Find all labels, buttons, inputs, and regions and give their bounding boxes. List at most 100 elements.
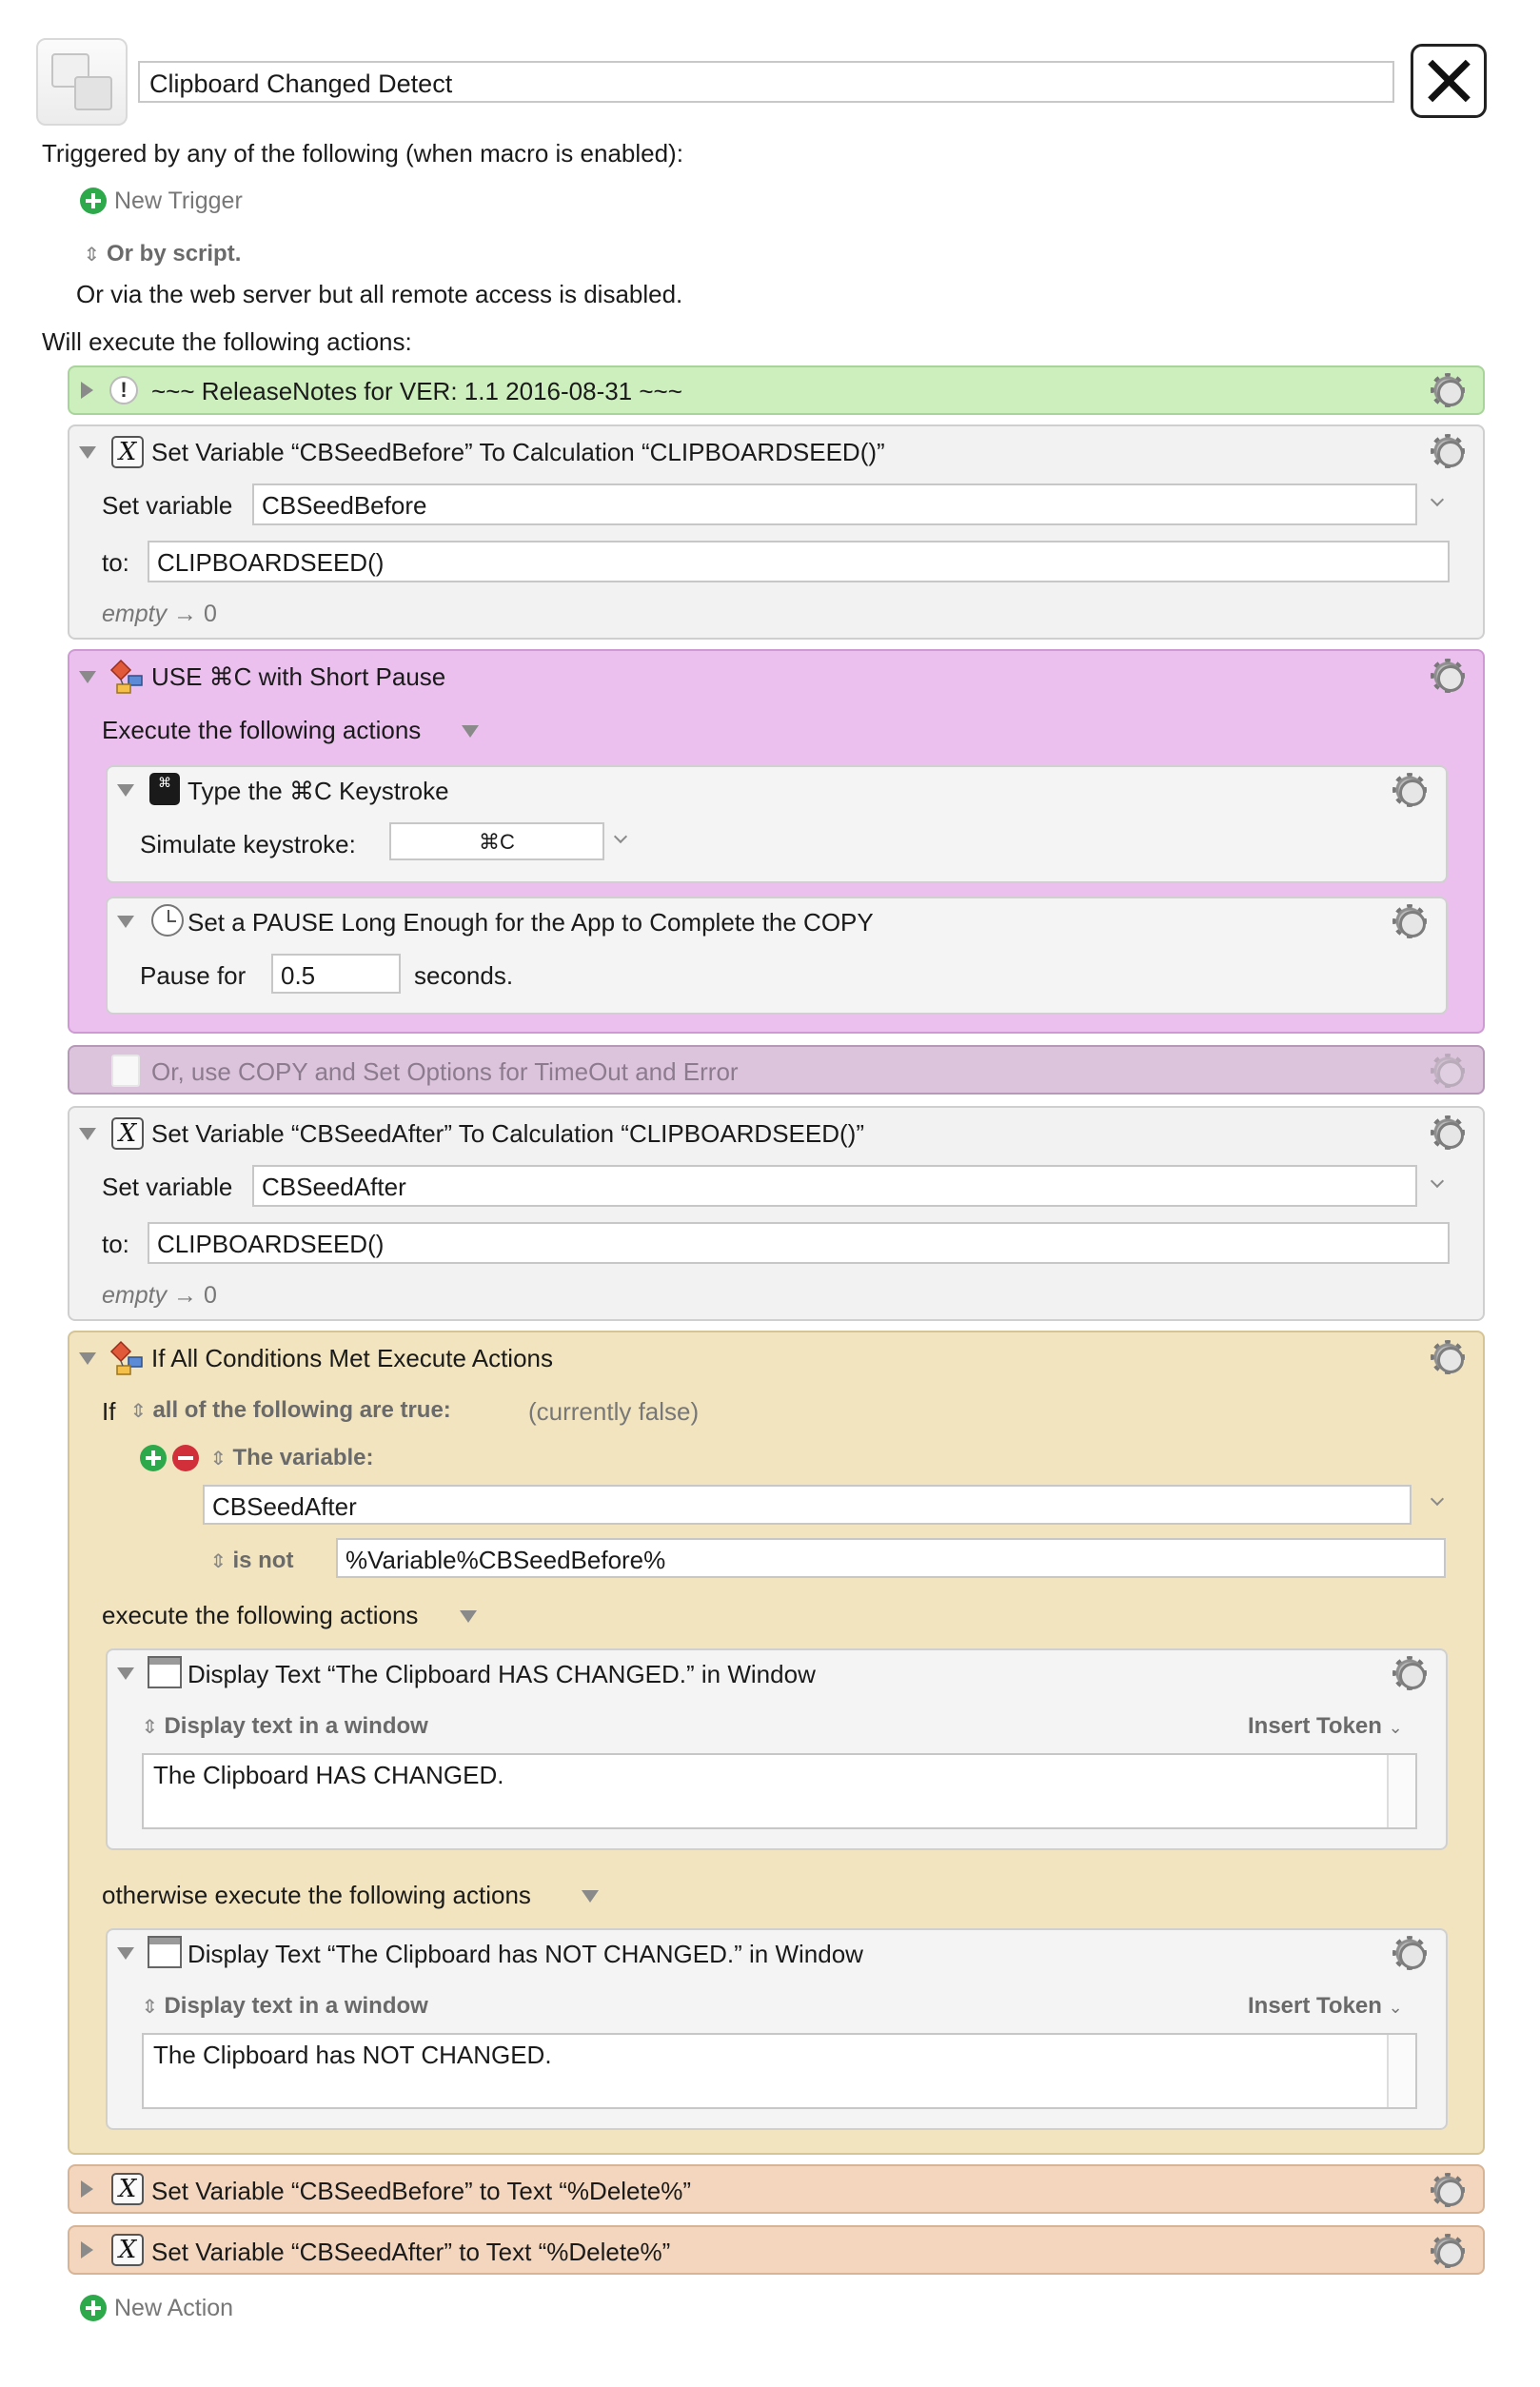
gear-icon[interactable] — [1431, 2173, 1465, 2207]
web-server-note: Or via the web server but all remote acc… — [76, 280, 683, 308]
variable-x-icon: X — [111, 2234, 144, 2266]
action-pause[interactable]: Set a PAUSE Long Enough for the App to C… — [106, 897, 1448, 1015]
variable-name-field[interactable]: CBSeedBefore — [252, 483, 1417, 525]
keystroke-field[interactable]: ⌘C — [389, 822, 604, 860]
triggers-heading: Triggered by any of the following (when … — [42, 139, 683, 168]
add-trigger-icon[interactable] — [80, 187, 107, 214]
chevron-down-icon[interactable] — [1430, 1491, 1445, 1507]
action-delete-before[interactable]: X Set Variable “CBSeedBefore” to Text “%… — [68, 2164, 1485, 2214]
remove-condition-icon[interactable] — [172, 1445, 199, 1471]
insert-token-menu[interactable]: Insert Token ⌄ — [1248, 1713, 1403, 1741]
updown-arrows-icon: ⇕ — [141, 1717, 159, 1738]
action-type-keystroke[interactable]: ⌘ Type the ⌘C Keystroke Simulate keystro… — [106, 765, 1448, 883]
new-trigger-link[interactable]: New Trigger — [114, 187, 243, 215]
gear-icon[interactable] — [1431, 1340, 1465, 1374]
else-menu-icon[interactable] — [582, 1890, 599, 1903]
seconds-label: seconds. — [414, 961, 514, 990]
chevron-down-icon[interactable] — [1430, 492, 1445, 507]
disclosure-triangle-icon[interactable] — [81, 2241, 93, 2259]
action-title: Display Text “The Clipboard HAS CHANGED.… — [188, 1660, 816, 1688]
gear-icon[interactable] — [1392, 1656, 1427, 1690]
variable-x-icon: X — [111, 1117, 144, 1150]
macro-name-field[interactable]: Clipboard Changed Detect — [138, 61, 1394, 103]
display-text-area[interactable]: The Clipboard has NOT CHANGED. — [142, 2033, 1417, 2109]
chevron-down-icon[interactable] — [1430, 1174, 1445, 1189]
condition-mode-popup[interactable]: ⇕ all of the following are true: — [129, 1397, 451, 1425]
variable-x-icon: X — [111, 436, 144, 468]
calculation-field[interactable]: CLIPBOARDSEED() — [148, 1222, 1450, 1264]
action-display-text-changed[interactable]: Display Text “The Clipboard HAS CHANGED.… — [106, 1648, 1448, 1850]
variable-name-field[interactable]: CBSeedAfter — [252, 1165, 1417, 1207]
pause-seconds-field[interactable]: 0.5 — [271, 954, 401, 994]
execute-menu-icon[interactable] — [462, 725, 479, 738]
then-menu-icon[interactable] — [460, 1610, 477, 1623]
disclosure-triangle-icon[interactable] — [79, 671, 96, 683]
chevron-down-icon[interactable] — [613, 829, 628, 844]
gear-icon[interactable] — [1431, 659, 1465, 693]
action-group-use-cmd-c[interactable]: USE ⌘C with Short Pause Execute the foll… — [68, 649, 1485, 1034]
copy-icon — [111, 1055, 140, 1087]
action-set-variable-after[interactable]: X Set Variable “CBSeedAfter” To Calculat… — [68, 1106, 1485, 1321]
disclosure-triangle-icon[interactable] — [79, 1352, 96, 1365]
display-text-area[interactable]: The Clipboard HAS CHANGED. — [142, 1753, 1417, 1829]
action-copy-disabled[interactable]: Or, use COPY and Set Options for TimeOut… — [68, 1045, 1485, 1095]
action-title: ~~~ ReleaseNotes for VER: 1.1 2016-08-31… — [151, 377, 682, 405]
or-by-script-label: Or by script. — [107, 241, 242, 266]
action-if-then-else[interactable]: If All Conditions Met Execute Actions If… — [68, 1331, 1485, 2155]
comparison-popup[interactable]: ⇕ is not — [209, 1548, 293, 1575]
gear-icon[interactable] — [1431, 2234, 1465, 2268]
disclosure-triangle-icon[interactable] — [117, 1667, 134, 1680]
disclosure-triangle-icon[interactable] — [117, 916, 134, 928]
condition-type-popup[interactable]: ⇕ The variable: — [209, 1445, 373, 1472]
disclosure-triangle-icon[interactable] — [117, 784, 134, 797]
action-display-text-not-changed[interactable]: Display Text “The Clipboard has NOT CHAN… — [106, 1928, 1448, 2130]
gear-icon[interactable] — [1392, 904, 1427, 938]
condition-variable-field[interactable]: CBSeedAfter — [203, 1485, 1412, 1525]
gear-icon[interactable] — [1431, 434, 1465, 468]
action-release-notes[interactable]: ! ~~~ ReleaseNotes for VER: 1.1 2016-08-… — [68, 365, 1485, 415]
set-variable-label: Set variable — [102, 1173, 233, 1201]
display-mode-popup[interactable]: ⇕ Display text in a window — [141, 1993, 428, 2021]
comparison-value-field[interactable]: %Variable%CBSeedBefore% — [336, 1538, 1446, 1578]
flow-control-icon — [109, 1340, 143, 1375]
action-title: Set Variable “CBSeedAfter” To Calculatio… — [151, 1119, 864, 1148]
display-mode-popup[interactable]: ⇕ Display text in a window — [141, 1713, 428, 1741]
updown-arrows-icon: ⇕ — [129, 1401, 148, 1422]
condition-status: (currently false) — [528, 1397, 700, 1426]
insert-token-menu[interactable]: Insert Token ⌄ — [1248, 1993, 1403, 2021]
action-title: Or, use COPY and Set Options for TimeOut… — [151, 1057, 739, 1086]
disclosure-triangle-icon[interactable] — [79, 446, 96, 459]
to-label: to: — [102, 548, 129, 577]
scrollbar[interactable] — [1387, 2035, 1415, 2107]
window-icon — [148, 1656, 182, 1688]
disclosure-triangle-icon[interactable] — [81, 2180, 93, 2198]
execute-label: Execute the following actions — [102, 716, 422, 744]
add-condition-icon[interactable] — [140, 1445, 167, 1471]
variable-x-icon: X — [111, 2173, 144, 2205]
action-title: Display Text “The Clipboard has NOT CHAN… — [188, 1940, 863, 1968]
action-delete-after[interactable]: X Set Variable “CBSeedAfter” to Text “%D… — [68, 2225, 1485, 2275]
gear-icon[interactable] — [1431, 373, 1465, 407]
gear-icon[interactable] — [1392, 773, 1427, 807]
macro-icon[interactable] — [36, 38, 128, 126]
calculation-result: empty → 0 — [102, 601, 217, 627]
disclosure-triangle-icon[interactable] — [79, 1128, 96, 1140]
action-set-variable-before[interactable]: X Set Variable “CBSeedBefore” To Calcula… — [68, 424, 1485, 640]
scrollbar[interactable] — [1387, 1755, 1415, 1827]
disclosure-triangle-icon[interactable] — [81, 382, 93, 399]
notification-icon: ! — [109, 376, 138, 404]
gear-icon[interactable] — [1392, 1936, 1427, 1970]
clock-icon — [151, 904, 184, 937]
disclosure-triangle-icon[interactable] — [117, 1947, 134, 1960]
gear-icon[interactable] — [1431, 1054, 1465, 1088]
or-by-script-popup[interactable]: ⇕ Or by script. — [83, 238, 242, 268]
calculation-field[interactable]: CLIPBOARDSEED() — [148, 541, 1450, 582]
add-action-icon[interactable] — [80, 2295, 107, 2321]
gear-icon[interactable] — [1431, 1115, 1465, 1150]
action-title: Type the ⌘C Keystroke — [188, 777, 449, 805]
page-icon — [74, 76, 112, 110]
updown-arrows-icon: ⇕ — [141, 1997, 159, 2018]
new-action-link[interactable]: New Action — [114, 2294, 233, 2322]
close-button[interactable] — [1411, 44, 1487, 118]
updown-arrows-icon: ⇕ — [209, 1449, 227, 1470]
